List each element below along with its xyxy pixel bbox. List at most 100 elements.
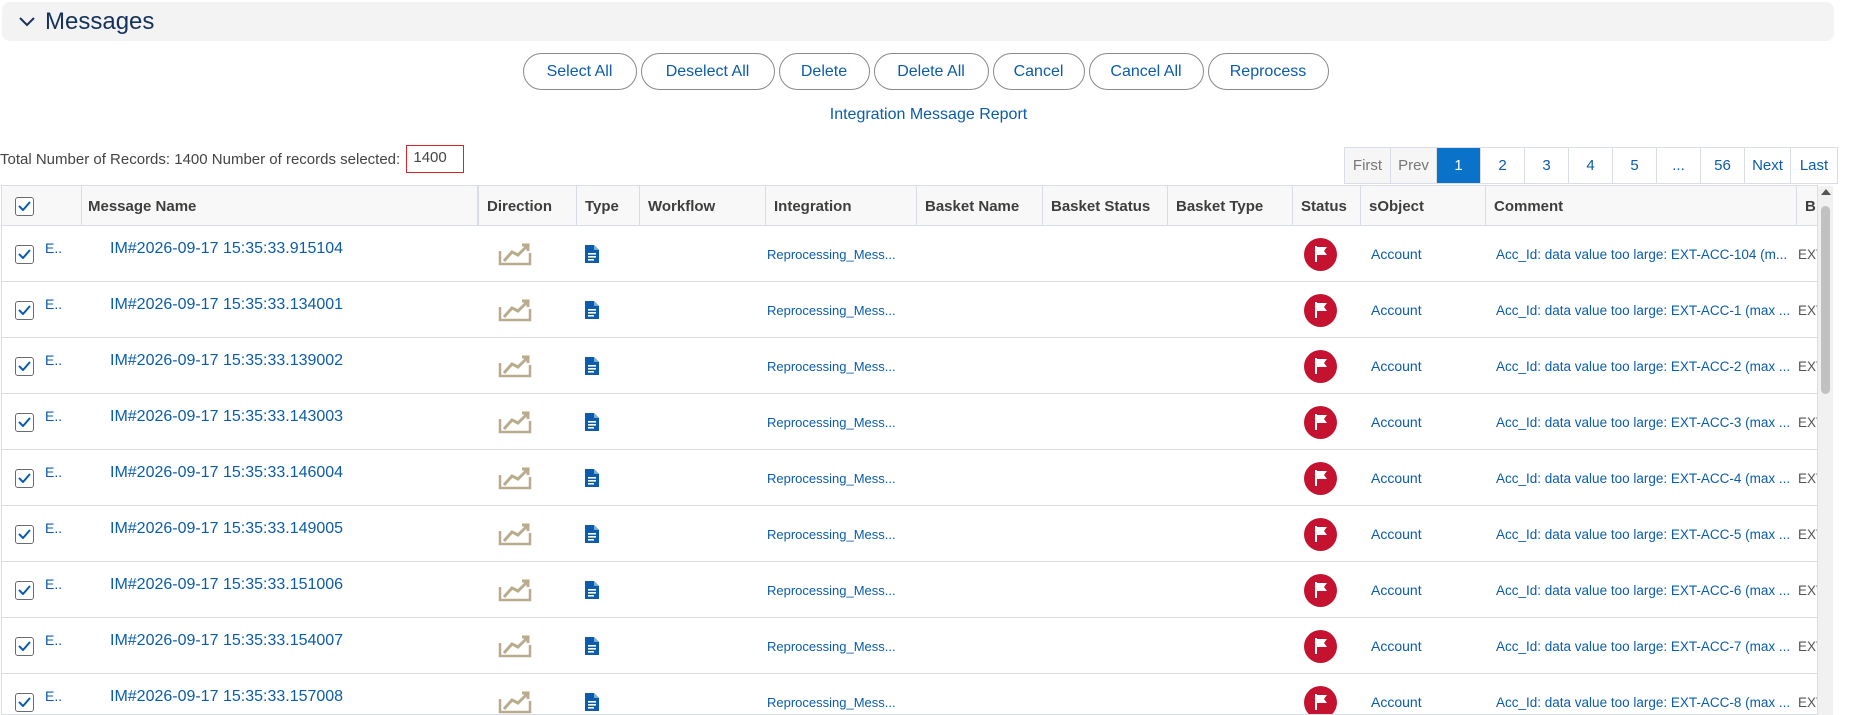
document-icon[interactable]: [584, 562, 600, 618]
integration-link[interactable]: Reprocessing_Mess...: [767, 226, 896, 282]
row-checkbox[interactable]: [15, 412, 34, 432]
col-integration[interactable]: Integration: [766, 186, 917, 226]
page-prev[interactable]: Prev: [1391, 148, 1437, 183]
page-3[interactable]: 3: [1525, 148, 1569, 183]
page-4[interactable]: 4: [1569, 148, 1613, 183]
deselect-all-button[interactable]: Deselect All: [640, 53, 775, 90]
integration-message-report-link[interactable]: Integration Message Report: [0, 106, 1857, 124]
integration-link[interactable]: Reprocessing_Mess...: [767, 282, 896, 338]
table-row[interactable]: E.. IM#2026-09-17 15:35:33.157008 Reproc…: [2, 674, 1817, 714]
table-row[interactable]: E.. IM#2026-09-17 15:35:33.143003 Reproc…: [2, 394, 1817, 450]
col-basket-name[interactable]: Basket Name: [917, 186, 1043, 226]
table-row[interactable]: E.. IM#2026-09-17 15:35:33.139002 Reproc…: [2, 338, 1817, 394]
document-icon[interactable]: [584, 282, 600, 338]
message-name-link[interactable]: IM#2026-09-17 15:35:33.134001: [110, 277, 343, 333]
comment-link[interactable]: Acc_Id: data value too large: EXT-ACC-2 …: [1496, 338, 1794, 394]
flag-icon[interactable]: [1304, 517, 1337, 551]
col-comment[interactable]: Comment: [1486, 186, 1797, 226]
integration-link[interactable]: Reprocessing_Mess...: [767, 618, 896, 674]
integration-link[interactable]: Reprocessing_Mess...: [767, 338, 896, 394]
document-icon[interactable]: [584, 226, 600, 282]
row-expand-link[interactable]: E..: [45, 332, 62, 388]
flag-icon[interactable]: [1304, 405, 1337, 439]
page-last[interactable]: Last: [1791, 148, 1837, 183]
message-name-link[interactable]: IM#2026-09-17 15:35:33.157008: [110, 669, 343, 714]
comment-link[interactable]: Acc_Id: data value too large: EXT-ACC-1 …: [1496, 282, 1794, 338]
sobject-link[interactable]: Account: [1371, 506, 1422, 562]
col-sobject[interactable]: sObject: [1361, 186, 1486, 226]
page-56[interactable]: 56: [1701, 148, 1745, 183]
integration-link[interactable]: Reprocessing_Mess...: [767, 562, 896, 618]
sobject-link[interactable]: Account: [1371, 618, 1422, 674]
row-checkbox[interactable]: [15, 356, 34, 376]
col-basket-status[interactable]: Basket Status: [1043, 186, 1168, 226]
flag-icon[interactable]: [1304, 573, 1337, 607]
document-icon[interactable]: [584, 506, 600, 562]
row-expand-link[interactable]: E..: [45, 556, 62, 612]
flag-icon[interactable]: [1304, 629, 1337, 663]
flag-icon[interactable]: [1304, 685, 1337, 714]
select-all-button[interactable]: Select All: [522, 53, 637, 90]
row-expand-link[interactable]: E..: [45, 276, 62, 332]
messages-section-header[interactable]: Messages: [2, 2, 1834, 41]
col-b[interactable]: B: [1797, 186, 1817, 226]
message-name-link[interactable]: IM#2026-09-17 15:35:33.151006: [110, 557, 343, 613]
col-direction[interactable]: Direction: [478, 186, 577, 226]
integration-link[interactable]: Reprocessing_Mess...: [767, 506, 896, 562]
col-workflow[interactable]: Workflow: [640, 186, 766, 226]
row-expand-link[interactable]: E..: [45, 612, 62, 668]
document-icon[interactable]: [584, 674, 600, 714]
row-checkbox[interactable]: [15, 692, 34, 712]
flag-icon[interactable]: [1304, 461, 1337, 495]
message-name-link[interactable]: IM#2026-09-17 15:35:33.154007: [110, 613, 343, 669]
row-checkbox[interactable]: [15, 244, 34, 264]
chevron-down-icon[interactable]: [15, 10, 39, 34]
sobject-link[interactable]: Account: [1371, 674, 1422, 714]
col-basket-type[interactable]: Basket Type: [1168, 186, 1293, 226]
integration-link[interactable]: Reprocessing_Mess...: [767, 674, 896, 714]
message-name-link[interactable]: IM#2026-09-17 15:35:33.915104: [110, 221, 343, 277]
sobject-link[interactable]: Account: [1371, 394, 1422, 450]
row-checkbox[interactable]: [15, 300, 34, 320]
flag-icon[interactable]: [1304, 293, 1337, 327]
row-expand-link[interactable]: E..: [45, 220, 62, 276]
comment-link[interactable]: Acc_Id: data value too large: EXT-ACC-10…: [1496, 226, 1794, 282]
row-expand-link[interactable]: E..: [45, 388, 62, 444]
sobject-link[interactable]: Account: [1371, 450, 1422, 506]
row-checkbox[interactable]: [15, 468, 34, 488]
comment-link[interactable]: Acc_Id: data value too large: EXT-ACC-4 …: [1496, 450, 1794, 506]
table-row[interactable]: E.. IM#2026-09-17 15:35:33.151006 Reproc…: [2, 562, 1817, 618]
delete-button[interactable]: Delete: [778, 53, 870, 90]
page-5[interactable]: 5: [1613, 148, 1657, 183]
page-1[interactable]: 1: [1437, 148, 1481, 183]
page-next[interactable]: Next: [1745, 148, 1791, 183]
scrollbar-thumb[interactable]: [1821, 206, 1830, 394]
message-name-link[interactable]: IM#2026-09-17 15:35:33.149005: [110, 501, 343, 557]
row-expand-link[interactable]: E..: [45, 444, 62, 500]
row-checkbox[interactable]: [15, 524, 34, 544]
sobject-link[interactable]: Account: [1371, 226, 1422, 282]
delete-all-button[interactable]: Delete All: [873, 53, 989, 90]
sobject-link[interactable]: Account: [1371, 562, 1422, 618]
page-first[interactable]: First: [1345, 148, 1391, 183]
table-row[interactable]: E.. IM#2026-09-17 15:35:33.146004 Reproc…: [2, 450, 1817, 506]
cancel-all-button[interactable]: Cancel All: [1088, 53, 1204, 90]
document-icon[interactable]: [584, 394, 600, 450]
document-icon[interactable]: [584, 618, 600, 674]
row-checkbox[interactable]: [15, 636, 34, 656]
message-name-link[interactable]: IM#2026-09-17 15:35:33.143003: [110, 389, 343, 445]
col-type[interactable]: Type: [577, 186, 640, 226]
row-checkbox[interactable]: [15, 580, 34, 600]
cancel-button[interactable]: Cancel: [992, 53, 1085, 90]
col-status[interactable]: Status: [1293, 186, 1361, 226]
comment-link[interactable]: Acc_Id: data value too large: EXT-ACC-3 …: [1496, 394, 1794, 450]
message-name-link[interactable]: IM#2026-09-17 15:35:33.139002: [110, 333, 343, 389]
table-row[interactable]: E.. IM#2026-09-17 15:35:33.134001 Reproc…: [2, 282, 1817, 338]
integration-link[interactable]: Reprocessing_Mess...: [767, 450, 896, 506]
integration-link[interactable]: Reprocessing_Mess...: [767, 394, 896, 450]
row-expand-link[interactable]: E..: [45, 668, 62, 714]
comment-link[interactable]: Acc_Id: data value too large: EXT-ACC-7 …: [1496, 618, 1794, 674]
select-all-checkbox[interactable]: [15, 196, 34, 216]
comment-link[interactable]: Acc_Id: data value too large: EXT-ACC-6 …: [1496, 562, 1794, 618]
sobject-link[interactable]: Account: [1371, 282, 1422, 338]
